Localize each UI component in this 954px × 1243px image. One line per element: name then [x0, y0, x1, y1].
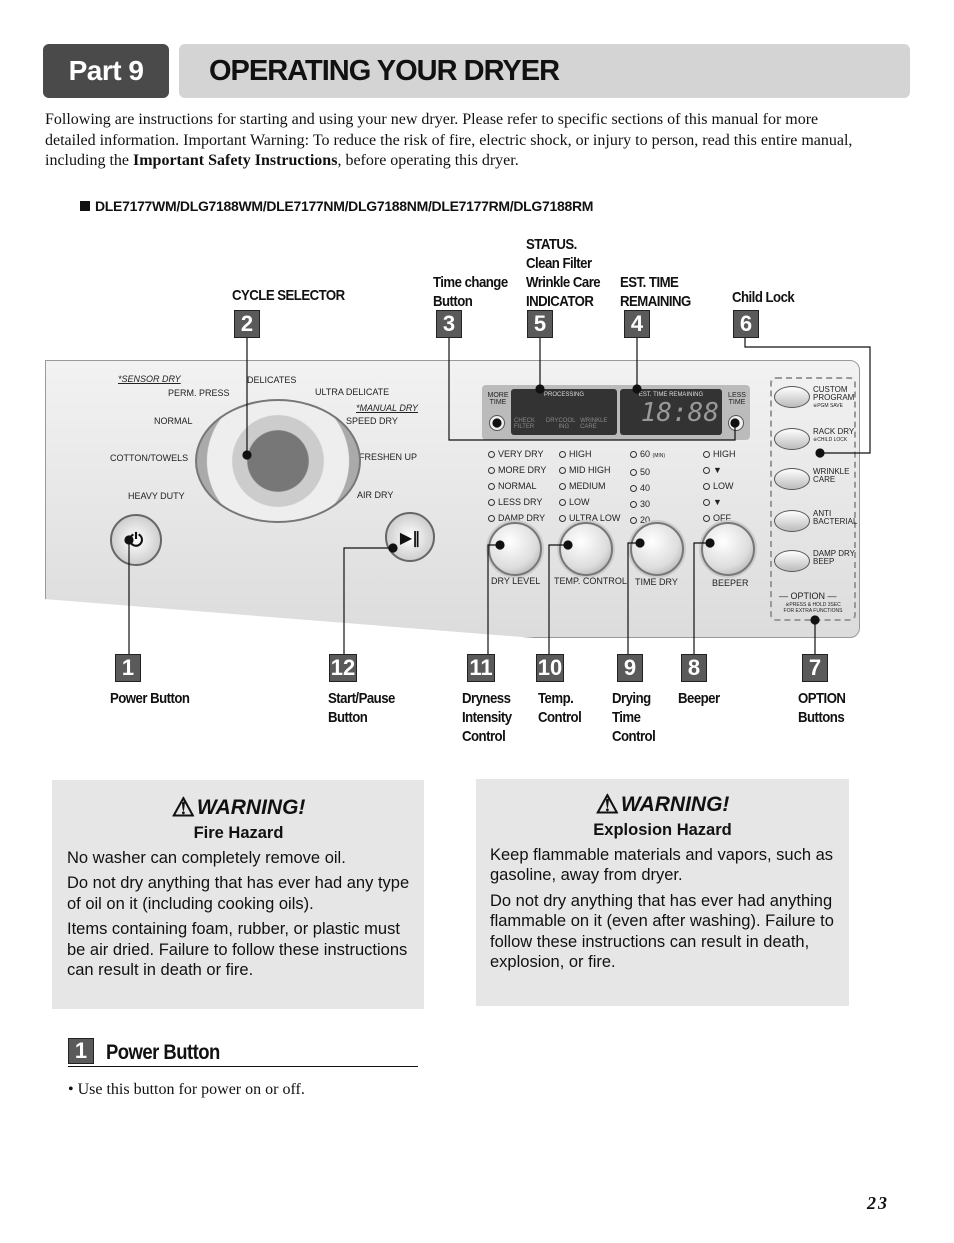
callout-label: Beeper [678, 690, 720, 707]
callout-number: 8 [681, 654, 707, 682]
callout-label: Start/Pause Button [328, 690, 395, 726]
callout-label: Drying Time Control [612, 690, 656, 745]
warning-title: ⚠ WARNING! [595, 789, 730, 819]
callout-label: Temp. Control [538, 690, 582, 726]
page-number: 23 [867, 1193, 889, 1213]
callout-number: 10 [536, 654, 564, 682]
warning-text: Keep flammable materials and vapors, suc… [490, 845, 834, 885]
callout-number: 1 [115, 654, 141, 682]
callout-number: 12 [329, 654, 357, 682]
warning-text: No washer can completely remove oil. [67, 848, 346, 867]
callout-number: 9 [617, 654, 643, 682]
warning-explosion: ⚠ WARNING! Explosion Hazard Keep flammabl… [476, 779, 849, 1006]
callout-label: OPTION Buttons [798, 690, 846, 726]
callout-label: Power Button [110, 690, 190, 707]
warning-triangle-icon: ⚠ [595, 789, 619, 819]
warning-text: Do not dry anything that has ever had an… [67, 874, 410, 913]
callout-label: Dryness Intensity Control [462, 690, 512, 745]
warning-title: ⚠ WARNING! [171, 792, 306, 822]
section-heading: 1 Power Button [68, 1038, 418, 1067]
section-number: 1 [68, 1038, 94, 1064]
section-title: Power Button [106, 1041, 220, 1064]
hazard-title: Explosion Hazard [593, 821, 732, 839]
hazard-title: Fire Hazard [193, 824, 284, 842]
section-bullet: • Use this button for power on or off. [68, 1081, 305, 1098]
warning-triangle-icon: ⚠ [171, 792, 195, 822]
warning-fire: ⚠ WARNING! Fire Hazard No washer can comp… [52, 780, 424, 1009]
warning-text: Items containing foam, rubber, or plasti… [67, 920, 408, 979]
callout-number: 7 [802, 654, 828, 682]
leader-lines [124, 338, 871, 654]
warning-text: Do not dry anything that has ever had an… [490, 891, 834, 972]
callout-number: 11 [467, 654, 495, 682]
